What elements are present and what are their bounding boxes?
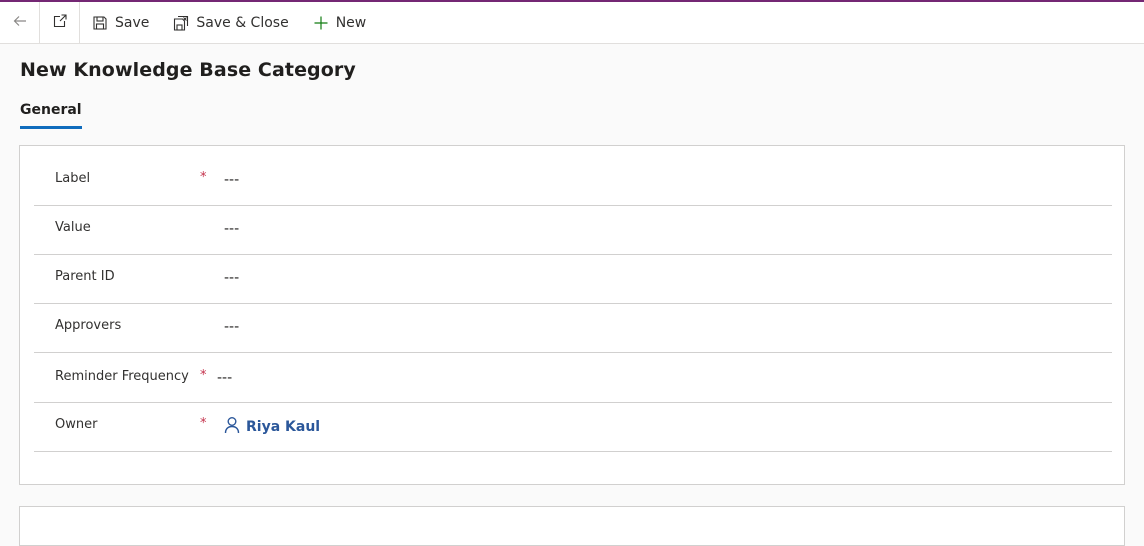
field-row-owner: Owner * Riya Kaul — [34, 403, 1112, 452]
field-row-reminder-frequency: Reminder Frequency * --- — [34, 353, 1112, 403]
field-row-parent-id: Parent ID --- — [34, 255, 1112, 304]
person-icon — [224, 416, 240, 438]
save-and-close-label: Save & Close — [196, 14, 289, 31]
general-section: Label * --- Value --- Parent ID --- Appr… — [19, 145, 1125, 485]
reminder-frequency-input[interactable]: --- — [217, 370, 232, 386]
field-label-approvers: Approvers — [55, 318, 122, 333]
save-and-close-button[interactable]: Save & Close — [161, 2, 300, 43]
required-indicator: * — [200, 416, 207, 431]
required-indicator: * — [200, 368, 207, 383]
required-indicator: * — [200, 170, 207, 185]
field-label-parent-id: Parent ID — [55, 269, 115, 284]
tab-general[interactable]: General — [20, 102, 82, 129]
owner-lookup[interactable]: Riya Kaul — [224, 416, 320, 438]
open-in-new-window-button[interactable] — [40, 2, 80, 43]
field-label-label: Label — [55, 171, 91, 186]
field-label-value: Value — [55, 220, 91, 235]
back-button[interactable] — [0, 2, 40, 43]
field-row-label: Label * --- — [34, 157, 1112, 206]
new-label: New — [335, 14, 367, 31]
parent-id-input[interactable]: --- — [224, 270, 239, 286]
value-input[interactable]: --- — [224, 221, 239, 237]
label-input[interactable]: --- — [224, 172, 239, 188]
tab-list: General — [20, 102, 82, 129]
save-label: Save — [115, 14, 150, 31]
field-row-value: Value --- — [34, 206, 1112, 255]
save-icon — [92, 15, 108, 31]
command-bar: Save Save & Close New — [0, 2, 1144, 44]
save-button[interactable]: Save — [80, 2, 161, 43]
owner-name-link[interactable]: Riya Kaul — [246, 419, 320, 435]
approvers-input[interactable]: --- — [224, 319, 239, 335]
secondary-section — [19, 506, 1125, 546]
page-title: New Knowledge Base Category — [20, 59, 356, 81]
save-and-close-icon — [173, 15, 189, 31]
field-label-owner: Owner — [55, 417, 98, 432]
field-label-reminder-frequency: Reminder Frequency — [55, 369, 189, 384]
new-button[interactable]: New — [301, 2, 379, 43]
field-row-approvers: Approvers --- — [34, 304, 1112, 353]
back-arrow-icon — [12, 13, 28, 33]
plus-icon — [313, 15, 329, 31]
open-in-new-window-icon — [52, 13, 68, 33]
